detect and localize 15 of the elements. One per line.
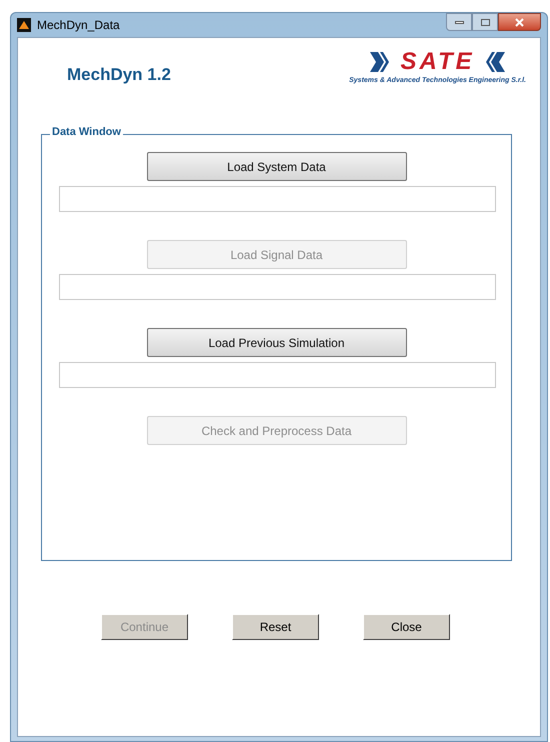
app-title: MechDyn 1.2 bbox=[67, 64, 171, 86]
close-button[interactable] bbox=[498, 13, 541, 31]
maximize-button[interactable] bbox=[472, 13, 498, 31]
path-field[interactable] bbox=[59, 274, 496, 300]
close-icon bbox=[515, 18, 524, 26]
path-field[interactable] bbox=[59, 186, 496, 212]
minimize-button[interactable] bbox=[446, 13, 472, 31]
load-button[interactable]: Load Previous Simulation bbox=[146, 328, 406, 357]
load-button[interactable]: Load System Data bbox=[146, 152, 406, 181]
dialog-button[interactable]: Close bbox=[363, 614, 450, 640]
app-icon bbox=[17, 18, 31, 32]
dialog-button[interactable]: Reset bbox=[232, 614, 319, 640]
window-title: MechDyn_Data bbox=[37, 17, 120, 34]
path-field[interactable] bbox=[59, 362, 496, 388]
panel-legend: Data Window bbox=[50, 127, 123, 138]
